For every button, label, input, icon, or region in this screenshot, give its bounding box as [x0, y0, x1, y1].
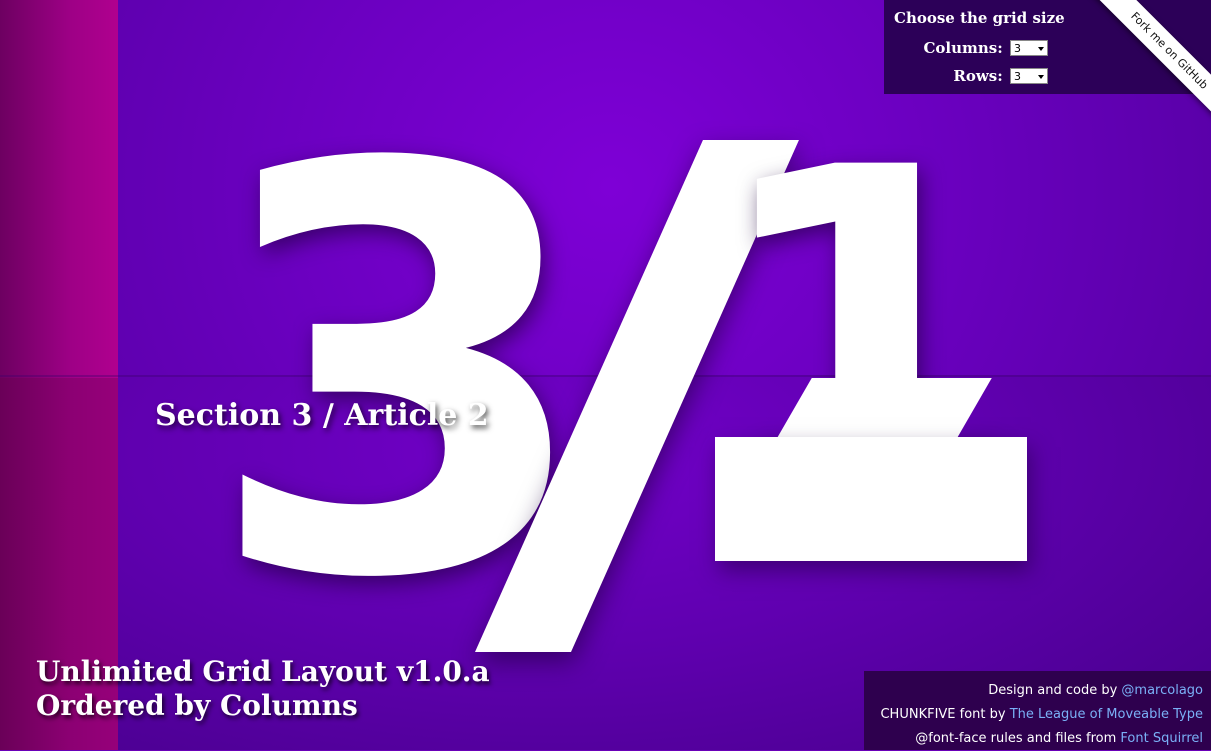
rows-select[interactable]: 3 [1010, 68, 1048, 84]
font-squirrel-link[interactable]: Font Squirrel [1120, 731, 1203, 746]
credits-line-font: CHUNKFIVE font by The League of Moveable… [864, 703, 1203, 727]
marcolago-link[interactable]: @marcolago [1121, 683, 1203, 698]
app-title-line2: Ordered by Columns [36, 689, 358, 722]
app-title-line1: Unlimited Grid Layout v1.0.a [36, 655, 490, 688]
rows-label: Rows: [953, 67, 1003, 85]
columns-label: Columns: [923, 39, 1003, 57]
app-title: Unlimited Grid Layout v1.0.a Ordered by … [36, 655, 490, 723]
league-of-moveable-type-link[interactable]: The League of Moveable Type [1010, 707, 1203, 722]
columns-select[interactable]: 3 [1010, 40, 1048, 56]
credits-font-text: CHUNKFIVE font by [880, 707, 1010, 722]
section-title: Section 3 / Article 2 [155, 398, 489, 433]
columns-select-value: 3 [1014, 42, 1021, 55]
credits-fontface-text: @font-face rules and files from [915, 731, 1121, 746]
grid-size-heading: Choose the grid size [894, 9, 1065, 27]
rows-control: Rows: 3 [953, 66, 1048, 85]
hero-next-digit-base [715, 437, 1027, 561]
chevron-down-icon [1038, 47, 1044, 51]
columns-control: Columns: 3 [923, 38, 1048, 57]
github-ribbon-container: Fork me on GitHub [1071, 0, 1211, 140]
credits-panel: Design and code by @marcolago CHUNKFIVE … [864, 671, 1211, 750]
credits-design-text: Design and code by [988, 683, 1122, 698]
fork-me-on-github-ribbon[interactable]: Fork me on GitHub [1089, 0, 1211, 131]
rows-select-value: 3 [1014, 70, 1021, 83]
chevron-down-icon [1038, 75, 1044, 79]
credits-line-fontface: @font-face rules and files from Font Squ… [864, 727, 1203, 751]
credits-line-design: Design and code by @marcolago [864, 679, 1203, 703]
